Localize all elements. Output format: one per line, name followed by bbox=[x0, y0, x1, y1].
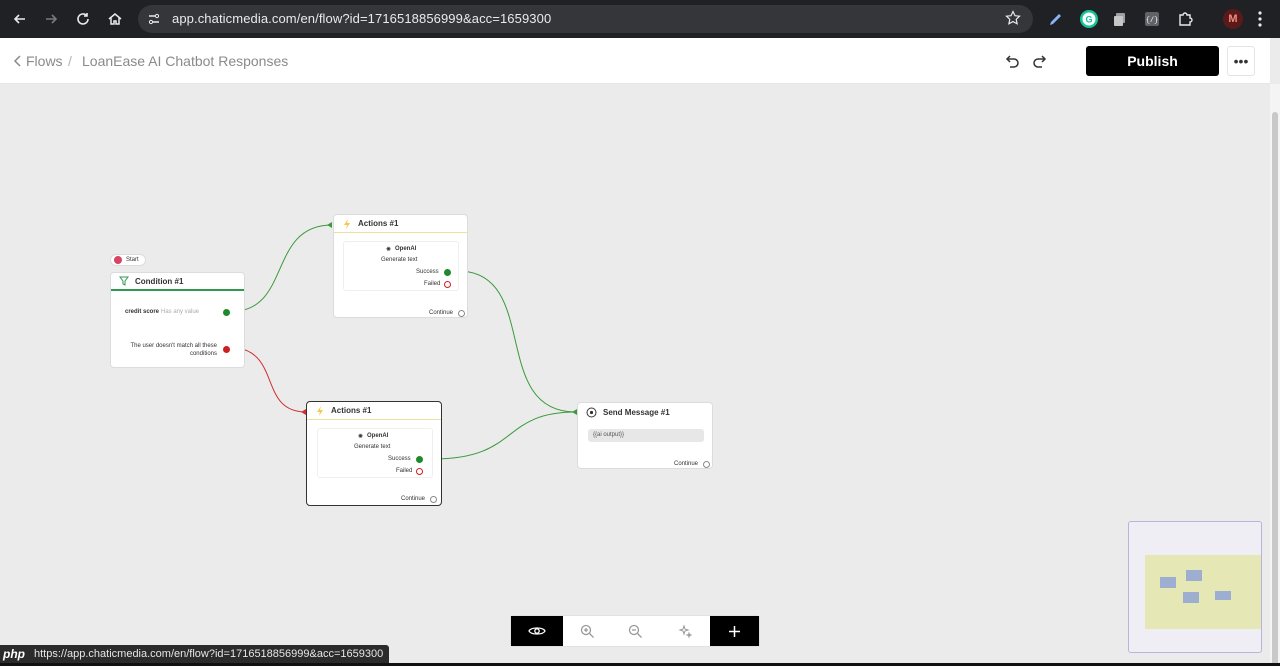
reload-icon[interactable] bbox=[71, 7, 95, 31]
continue-handle[interactable] bbox=[430, 496, 437, 503]
openai-logo-icon bbox=[586, 407, 597, 417]
failed-label: Failed bbox=[424, 281, 441, 287]
actions-node-bottom[interactable]: Actions #1 ✺ OpenAI Generate text Succes… bbox=[306, 401, 442, 506]
filter-icon bbox=[119, 276, 129, 286]
plus-icon bbox=[729, 625, 740, 637]
address-bar[interactable]: app.chaticmedia.com/en/flow?id=171651885… bbox=[138, 5, 1033, 33]
app-header: Flows / LoanEase AI Chatbot Responses Pu… bbox=[0, 38, 1270, 84]
chevron-left-icon[interactable] bbox=[12, 52, 24, 70]
vertical-scrollbar[interactable] bbox=[1270, 84, 1280, 666]
status-url: https://app.chaticmedia.com/en/flow?id=1… bbox=[34, 648, 384, 660]
continue-label: Continue bbox=[401, 496, 426, 502]
start-label: Start bbox=[126, 257, 139, 263]
flow-canvas[interactable] bbox=[0, 84, 1270, 662]
condition-node[interactable]: Condition #1 credit score Has any value … bbox=[110, 272, 245, 368]
pen-extension-icon[interactable] bbox=[1047, 10, 1065, 28]
continue-handle[interactable] bbox=[703, 461, 710, 468]
code-extension-icon[interactable]: {/} bbox=[1143, 10, 1161, 28]
openai-logo-icon: ✺ bbox=[386, 247, 392, 253]
continue-label: Continue bbox=[429, 310, 454, 316]
condition-rule2: The user doesn't match all these conditi… bbox=[130, 343, 217, 357]
failed-handle[interactable] bbox=[416, 468, 423, 475]
condition-node-title: Condition #1 bbox=[135, 276, 184, 286]
svg-text:{/}: {/} bbox=[1146, 17, 1159, 25]
action-provider: OpenAI bbox=[367, 433, 389, 439]
watermark-logo: php bbox=[3, 647, 25, 661]
actions-node-top[interactable]: Actions #1 ✺ OpenAI Generate text Succes… bbox=[333, 214, 468, 318]
continue-handle[interactable] bbox=[458, 310, 465, 317]
site-settings-icon[interactable] bbox=[147, 12, 161, 26]
actions-node-top-title: Actions #1 bbox=[358, 219, 399, 228]
start-pill[interactable]: Start bbox=[110, 254, 146, 266]
browser-toolbar: app.chaticmedia.com/en/flow?id=171651885… bbox=[0, 0, 1280, 38]
breadcrumb-separator: / bbox=[68, 53, 72, 69]
zoom-out-icon bbox=[628, 624, 642, 638]
more-options-button[interactable]: ••• bbox=[1227, 46, 1255, 76]
success-handle[interactable] bbox=[416, 456, 423, 463]
actions-node-top-header: Actions #1 bbox=[334, 215, 467, 233]
minimap-node bbox=[1183, 592, 1199, 603]
lightning-icon bbox=[317, 405, 323, 416]
auto-layout-button[interactable] bbox=[668, 616, 700, 646]
condition-true-handle[interactable] bbox=[223, 309, 230, 316]
success-label: Success bbox=[416, 269, 439, 275]
zoom-in-icon bbox=[580, 624, 594, 638]
publish-button[interactable]: Publish bbox=[1086, 46, 1219, 76]
redo-icon[interactable] bbox=[1031, 52, 1049, 70]
breadcrumb-flows-link[interactable]: Flows bbox=[26, 53, 63, 69]
extensions-puzzle-icon[interactable] bbox=[1176, 10, 1194, 28]
copy-extension-icon[interactable] bbox=[1111, 10, 1129, 28]
success-label: Success bbox=[388, 456, 411, 462]
undo-icon[interactable] bbox=[1003, 52, 1021, 70]
eye-icon bbox=[528, 627, 546, 635]
failed-label: Failed bbox=[396, 468, 413, 474]
actions-node-bottom-title: Actions #1 bbox=[331, 406, 372, 415]
action-provider: OpenAI bbox=[395, 246, 417, 252]
actions-node-bottom-header: Actions #1 bbox=[307, 402, 441, 420]
minimap-node bbox=[1186, 570, 1202, 581]
start-dot-icon bbox=[114, 256, 122, 264]
back-arrow-icon[interactable] bbox=[8, 7, 32, 31]
zoom-out-button[interactable] bbox=[619, 616, 651, 646]
add-node-button[interactable] bbox=[710, 616, 759, 646]
minimap-node bbox=[1215, 591, 1231, 600]
openai-logo-icon: ✺ bbox=[358, 434, 364, 440]
svg-text:G: G bbox=[1085, 15, 1092, 25]
forward-arrow-icon[interactable] bbox=[39, 7, 63, 31]
url-text[interactable]: app.chaticmedia.com/en/flow?id=171651885… bbox=[172, 11, 551, 26]
message-body-box[interactable]: {{ai output}} bbox=[588, 429, 704, 442]
continue-label: Continue bbox=[674, 461, 699, 467]
preview-button[interactable] bbox=[511, 616, 563, 646]
condition-node-header: Condition #1 bbox=[111, 273, 244, 291]
condition-rule1-field: credit score bbox=[125, 309, 160, 315]
message-body: {{ai output}} bbox=[593, 432, 625, 438]
zoom-in-button[interactable] bbox=[571, 616, 603, 646]
minimap-node bbox=[1160, 577, 1176, 588]
flow-title[interactable]: LoanEase AI Chatbot Responses bbox=[82, 53, 288, 69]
scrollbar-thumb[interactable] bbox=[1272, 112, 1278, 666]
failed-handle[interactable] bbox=[444, 281, 451, 288]
link-status-bar: https://app.chaticmedia.com/en/flow?id=1… bbox=[0, 645, 390, 663]
minimap[interactable] bbox=[1128, 521, 1262, 653]
magic-icon bbox=[677, 623, 692, 639]
action-type: Generate text bbox=[354, 444, 391, 450]
send-message-node[interactable]: Send Message #1 {{ai output}} Continue bbox=[577, 402, 713, 469]
action-type: Generate text bbox=[381, 257, 418, 263]
profile-avatar[interactable]: M bbox=[1223, 9, 1243, 29]
minimap-viewport[interactable] bbox=[1145, 555, 1261, 629]
condition-false-handle[interactable] bbox=[223, 346, 230, 353]
send-message-node-header: Send Message #1 bbox=[578, 403, 712, 421]
browser-menu-icon[interactable] bbox=[1258, 10, 1262, 28]
home-icon[interactable] bbox=[103, 7, 127, 31]
send-message-node-title: Send Message #1 bbox=[603, 407, 670, 417]
bookmark-star-icon[interactable] bbox=[1005, 10, 1021, 26]
condition-rule1-op: Has any value bbox=[161, 309, 200, 315]
success-handle[interactable] bbox=[444, 269, 451, 276]
lightning-icon bbox=[344, 218, 350, 229]
grammarly-extension-icon[interactable]: G bbox=[1079, 9, 1099, 29]
canvas-toolbar bbox=[511, 616, 759, 646]
